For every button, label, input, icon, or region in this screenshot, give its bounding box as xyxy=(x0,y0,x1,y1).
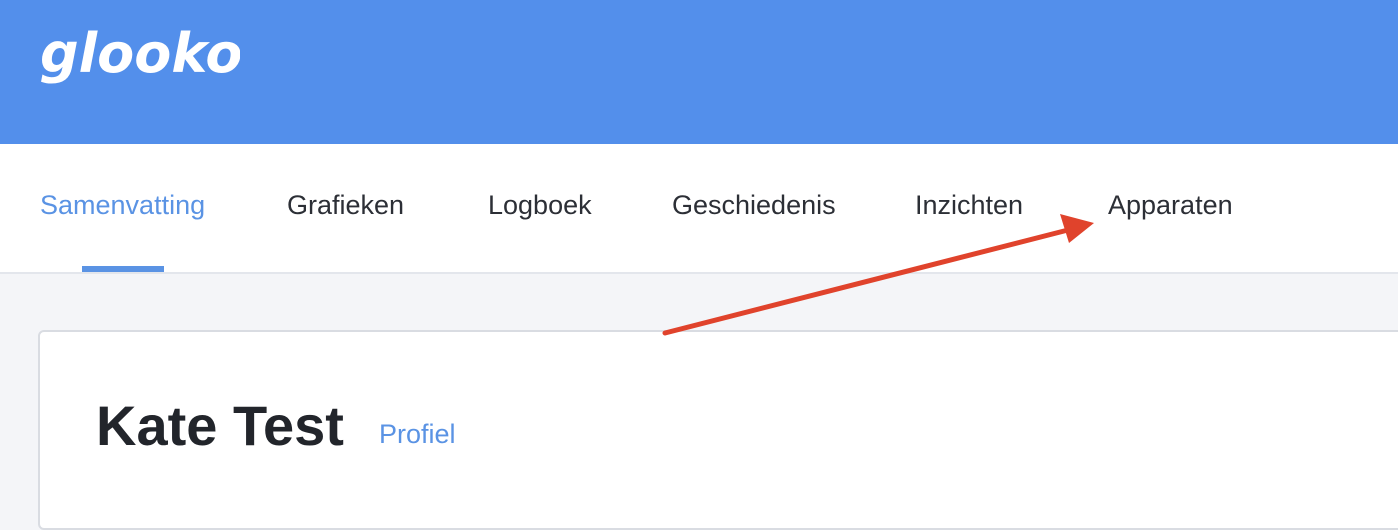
tab-samenvatting[interactable]: Samenvatting xyxy=(40,190,205,221)
tab-apparaten[interactable]: Apparaten xyxy=(1108,190,1233,221)
tab-grafieken[interactable]: Grafieken xyxy=(287,190,404,221)
active-tab-indicator xyxy=(82,266,164,272)
top-header-bar: glooko xyxy=(0,0,1398,144)
main-nav-tabs: Samenvatting Grafieken Logboek Geschiede… xyxy=(0,144,1398,274)
tab-logboek[interactable]: Logboek xyxy=(488,190,592,221)
tab-inzichten[interactable]: Inzichten xyxy=(915,190,1023,221)
tab-geschiedenis[interactable]: Geschiedenis xyxy=(672,190,836,221)
glooko-logo[interactable]: glooko xyxy=(40,22,240,102)
svg-text:glooko: glooko xyxy=(40,22,240,85)
profile-link[interactable]: Profiel xyxy=(379,419,456,450)
patient-name: Kate Test xyxy=(96,394,344,457)
